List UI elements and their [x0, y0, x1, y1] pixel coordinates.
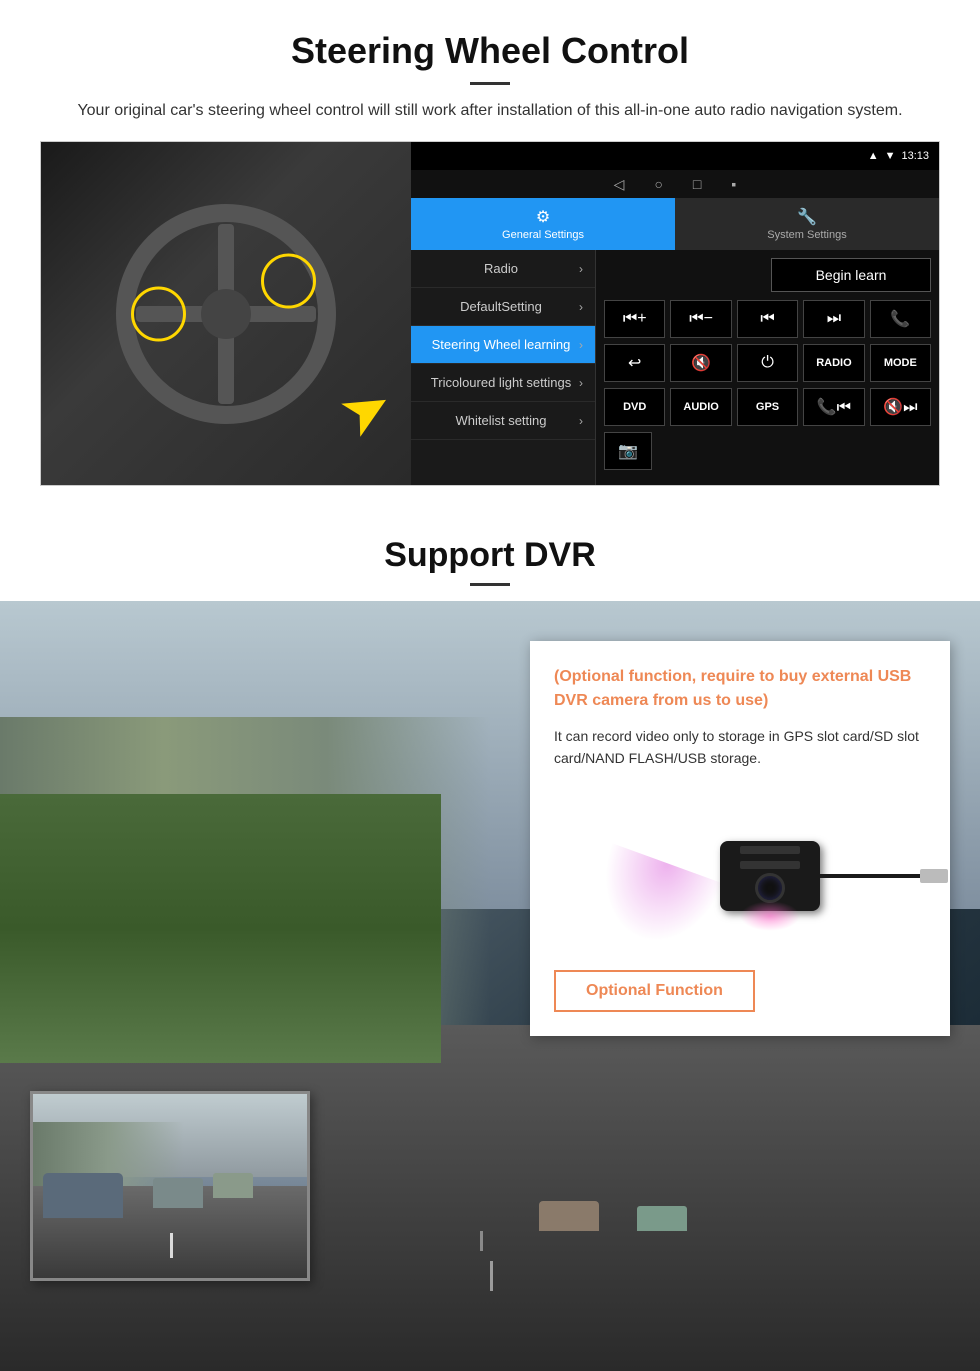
menu-item-tricoloured[interactable]: Tricoloured light settings ›	[411, 364, 595, 402]
menu-item-radio[interactable]: Radio ›	[411, 250, 595, 288]
camera-cable	[820, 874, 920, 878]
menu-list: Radio › DefaultSetting › Steering Wheel …	[411, 250, 596, 485]
back-call-button[interactable]: ↩	[604, 344, 665, 382]
menu-item-whitelist[interactable]: Whitelist setting ›	[411, 402, 595, 440]
camera-vent	[740, 846, 800, 854]
chevron-icon: ›	[579, 262, 583, 276]
phone-button[interactable]: 📞	[870, 300, 931, 338]
android-nav-bar: ◁ ○ □ ▪	[411, 170, 939, 198]
android-content: Radio › DefaultSetting › Steering Wheel …	[411, 250, 939, 485]
menu-radio-label: Radio	[423, 261, 579, 276]
dvr-divider	[470, 583, 510, 586]
road-marking-1	[490, 1261, 493, 1291]
dvr-btn[interactable]: 📷	[604, 432, 652, 470]
mode-button[interactable]: MODE	[870, 344, 931, 382]
car-2	[637, 1206, 687, 1231]
dvr-camera-screenshot	[30, 1091, 310, 1281]
chevron-icon-4: ›	[579, 376, 583, 390]
control-row-3: DVD AUDIO GPS 📞⏮ 🔇⏭	[604, 388, 931, 426]
begin-learn-button[interactable]: Begin learn	[771, 258, 931, 292]
camera-light-effect	[740, 901, 800, 931]
light-cone	[584, 843, 724, 959]
car-1	[539, 1201, 599, 1231]
signal-icon: ▲	[868, 150, 879, 162]
menu-item-default[interactable]: DefaultSetting ›	[411, 288, 595, 326]
dvr-optional-text: (Optional function, require to buy exter…	[554, 665, 926, 713]
camera-device-body	[720, 841, 820, 911]
camera-lens	[755, 873, 785, 903]
circle-right-highlight	[261, 253, 316, 308]
dvr-section: Support DVR	[0, 506, 980, 1371]
usb-plug	[920, 869, 948, 883]
nav-menu-icon[interactable]: ▪	[731, 176, 736, 192]
ss-car-moving-1	[153, 1178, 203, 1208]
chevron-icon-3: ›	[579, 338, 583, 352]
power-button[interactable]: ⏻	[737, 344, 798, 382]
tab-system-label: System Settings	[767, 229, 846, 241]
menu-default-label: DefaultSetting	[423, 299, 579, 314]
wifi-icon: ▼	[885, 150, 896, 162]
steering-section: Steering Wheel Control Your original car…	[0, 0, 980, 486]
nav-back-icon[interactable]: ◁	[614, 176, 625, 193]
begin-learn-row: Begin learn	[604, 258, 931, 292]
hedge-layer	[0, 794, 441, 1064]
chevron-icon-5: ›	[579, 414, 583, 428]
steering-panel: ➤ ▲ ▼ 13:13 ◁ ○ □ ▪ ⚙ General Settin	[40, 141, 940, 486]
nav-home-icon[interactable]: ○	[654, 176, 662, 192]
control-row-2: ↩ 🔇 ⏻ RADIO MODE	[604, 344, 931, 382]
chevron-icon-2: ›	[579, 300, 583, 314]
steering-divider	[470, 82, 510, 85]
dvr-container: (Optional function, require to buy exter…	[0, 601, 980, 1371]
vol-up-button[interactable]: ⏮+	[604, 300, 665, 338]
menu-tricoloured-label: Tricoloured light settings	[423, 375, 579, 390]
gear-icon: ⚙	[536, 207, 550, 227]
tab-general-settings[interactable]: ⚙ General Settings	[411, 198, 675, 250]
menu-steering-label: Steering Wheel learning	[423, 337, 579, 352]
dvr-camera-illustration	[554, 786, 926, 946]
ss-car-moving-2	[213, 1173, 253, 1198]
mute-next-button[interactable]: 🔇⏭	[870, 388, 931, 426]
radio-button[interactable]: RADIO	[803, 344, 864, 382]
menu-whitelist-label: Whitelist setting	[423, 413, 579, 428]
tab-system-settings[interactable]: 🔧 System Settings	[675, 198, 939, 250]
vol-down-button[interactable]: ⏮−	[670, 300, 731, 338]
system-icon: 🔧	[797, 207, 817, 227]
phone-prev-button[interactable]: 📞⏮	[803, 388, 864, 426]
menu-item-steering[interactable]: Steering Wheel learning ›	[411, 326, 595, 364]
tab-general-label: General Settings	[502, 229, 584, 241]
next-button[interactable]: ⏭	[803, 300, 864, 338]
dvd-button[interactable]: DVD	[604, 388, 665, 426]
circle-left-highlight	[131, 286, 186, 341]
gps-button[interactable]: GPS	[737, 388, 798, 426]
prev-button[interactable]: ⏮	[737, 300, 798, 338]
dvr-info-card: (Optional function, require to buy exter…	[530, 641, 950, 1036]
steering-title: Steering Wheel Control	[40, 30, 940, 72]
status-time: 13:13	[901, 150, 929, 162]
control-row-4: 📷	[604, 432, 931, 470]
steering-wheel-photo: ➤	[41, 142, 411, 485]
dvr-description: It can record video only to storage in G…	[554, 725, 926, 770]
nav-recent-icon[interactable]: □	[693, 176, 701, 192]
mute-button[interactable]: 🔇	[670, 344, 731, 382]
camera-vent-2	[740, 861, 800, 869]
steering-wheel-graphic	[116, 204, 336, 424]
road-marking-2	[480, 1231, 483, 1251]
android-ui: ▲ ▼ 13:13 ◁ ○ □ ▪ ⚙ General Settings 🔧 S…	[411, 142, 939, 485]
dvr-header: Support DVR	[0, 506, 980, 601]
ss-road-line	[170, 1233, 173, 1258]
dvr-title: Support DVR	[0, 536, 980, 575]
android-tabs: ⚙ General Settings 🔧 System Settings	[411, 198, 939, 250]
android-status-bar: ▲ ▼ 13:13	[411, 142, 939, 170]
arrow-indicator: ➤	[327, 367, 406, 453]
steering-subtitle: Your original car's steering wheel contr…	[40, 99, 940, 123]
control-panel: Begin learn ⏮+ ⏮− ⏮ ⏭ 📞 ↩ 🔇 ⏻	[596, 250, 939, 485]
control-row-1: ⏮+ ⏮− ⏮ ⏭ 📞	[604, 300, 931, 338]
optional-function-button[interactable]: Optional Function	[554, 970, 755, 1012]
audio-button[interactable]: AUDIO	[670, 388, 731, 426]
ss-parked-car	[43, 1173, 123, 1218]
